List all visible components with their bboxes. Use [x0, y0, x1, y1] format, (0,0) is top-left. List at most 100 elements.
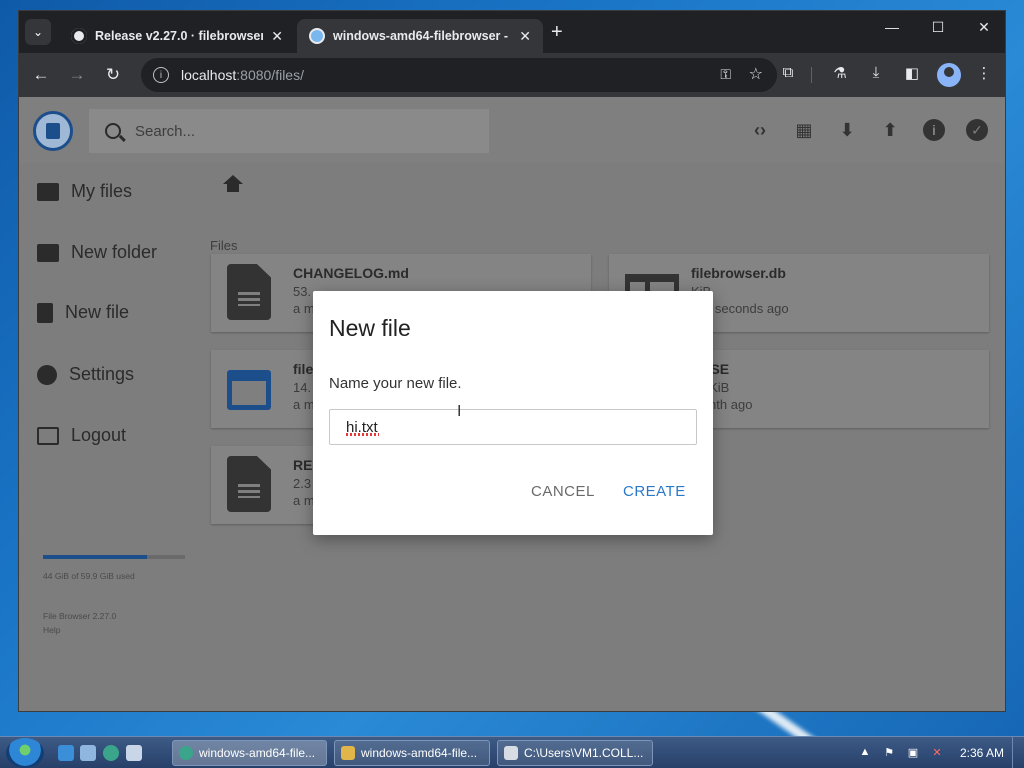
file-name-input[interactable] — [329, 409, 697, 445]
taskbar-item-explorer[interactable]: windows-amd64-file... — [334, 740, 490, 766]
i-beam-cursor-icon: I — [457, 404, 461, 421]
tab-release[interactable]: Release v2.27.0 · filebrowser/fi ✕ — [59, 19, 295, 53]
sidebar-item-my-files[interactable]: My files — [37, 181, 132, 202]
downloads-icon[interactable]: ⤓ — [865, 64, 887, 81]
create-folder-icon — [37, 243, 59, 262]
file-name: file — [293, 361, 314, 377]
maximize-button[interactable]: ☐ — [915, 11, 961, 43]
back-arrow-icon[interactable]: ← — [29, 63, 53, 87]
file-name: RE — [293, 457, 313, 473]
browser-window: ⌄ Release v2.27.0 · filebrowser/fi ✕ win… — [18, 10, 1006, 712]
reload-icon[interactable]: ↻ — [101, 63, 125, 87]
upload-icon[interactable]: ⬆ — [879, 119, 901, 141]
file-modified: a m — [293, 397, 315, 412]
password-key-icon[interactable]: ⚿ — [720, 66, 731, 83]
new-file-dialog: New file Name your new file. I CANCEL CR… — [313, 291, 713, 535]
cancel-button[interactable]: CANCEL — [531, 483, 595, 500]
sidebar-item-label: New folder — [71, 242, 158, 262]
tab-label: Release v2.27.0 · filebrowser/fi — [95, 29, 264, 43]
file-name: filebrowser.db — [691, 265, 786, 281]
remote-desktop-icon[interactable] — [126, 745, 142, 761]
filebrowser-page: Search... ‹› ▦ ⬇ ⬆ i ✓ My files New fold… — [19, 97, 1005, 711]
tab-filebrowser[interactable]: windows-amd64-filebrowser - ✕ — [297, 19, 543, 53]
start-button-icon[interactable] — [6, 738, 44, 768]
help-link[interactable]: Help — [43, 625, 60, 635]
info-icon[interactable]: i — [923, 119, 945, 141]
dialog-description: Name your new file. — [329, 375, 462, 392]
command-prompt-icon — [504, 746, 518, 760]
site-info-icon[interactable]: i — [153, 67, 169, 83]
taskbar-item-cmd[interactable]: C:\Users\VM1.COLL... — [497, 740, 653, 766]
app-version: File Browser 2.27.0 — [43, 611, 117, 621]
show-desktop-button[interactable] — [1012, 737, 1024, 768]
sidebar-item-new-folder[interactable]: New folder — [37, 242, 157, 263]
sidebar-item-new-file[interactable]: New file — [37, 302, 129, 323]
address-bar[interactable]: i localhost:8080/files/ ⚿ ☆ — [141, 58, 777, 92]
sidebar-item-logout[interactable]: Logout — [37, 425, 126, 446]
network-icon[interactable]: ▣ — [906, 746, 920, 760]
browser-toolbar: ← → ↻ i localhost:8080/files/ ⚿ ☆ ⧉ ⚗ ⤓ … — [19, 53, 1005, 97]
search-icon — [105, 123, 121, 139]
check-icon[interactable]: ✓ — [966, 119, 988, 141]
tab-close-icon[interactable]: ✕ — [519, 28, 531, 45]
sidebar-item-label: New file — [65, 302, 130, 322]
sidebar-item-label: My files — [71, 181, 133, 201]
file-name: CHANGELOG.md — [293, 265, 409, 281]
url-path: :8080/files/ — [236, 67, 304, 83]
app-header: Search... ‹› ▦ ⬇ ⬆ i ✓ — [19, 97, 1005, 163]
disk-usage-text: 44 GiB of 59.9 GiB used — [43, 571, 135, 581]
search-input[interactable]: Search... — [89, 109, 489, 153]
taskbar-item-label: windows-amd64-file... — [199, 746, 316, 760]
grid-view-icon[interactable]: ▦ — [793, 119, 815, 141]
tab-search-button[interactable]: ⌄ — [25, 19, 51, 45]
toolbar-separator — [811, 67, 812, 83]
url-host: localhost — [181, 67, 237, 83]
tab-strip: ⌄ Release v2.27.0 · filebrowser/fi ✕ win… — [19, 11, 1005, 53]
windows-taskbar: windows-amd64-file... windows-amd64-file… — [0, 736, 1024, 768]
taskbar-clock[interactable]: 2:36 AM — [960, 746, 1004, 760]
spellcheck-underline — [346, 433, 379, 436]
settings-icon — [37, 364, 57, 385]
computer-icon[interactable] — [80, 745, 96, 761]
action-center-flag-icon[interactable]: ⚑ — [882, 746, 896, 760]
volume-muted-icon[interactable]: ✕ — [930, 746, 944, 760]
bookmark-star-icon[interactable]: ☆ — [749, 64, 763, 84]
application-icon — [227, 370, 271, 410]
sidebar-item-label: Settings — [69, 364, 135, 384]
filebrowser-favicon-icon — [309, 28, 325, 44]
new-tab-button[interactable]: + — [551, 22, 563, 42]
file-listing: Files CHANGELOG.md 53. a m filebrowser.d… — [209, 163, 1005, 711]
close-window-button[interactable]: ✕ — [961, 11, 1007, 43]
taskbar-item-chrome[interactable]: windows-amd64-file... — [172, 740, 327, 766]
code-icon[interactable]: ‹› — [749, 119, 771, 141]
profile-avatar-icon[interactable] — [937, 63, 961, 87]
folder-icon — [37, 182, 59, 201]
browser-menu-icon[interactable]: ⋮ — [973, 64, 995, 82]
chrome-icon — [179, 746, 193, 760]
search-placeholder: Search... — [135, 122, 196, 140]
internet-explorer-icon[interactable] — [58, 745, 74, 761]
sidebar-item-settings[interactable]: Settings — [37, 364, 134, 385]
tab-label: windows-amd64-filebrowser - — [333, 29, 509, 43]
taskbar-item-label: C:\Users\VM1.COLL... — [524, 746, 644, 760]
extensions-icon[interactable]: ⧉ — [777, 64, 799, 81]
create-button[interactable]: CREATE — [623, 483, 686, 500]
github-icon — [71, 28, 87, 44]
sidebar-item-label: Logout — [71, 425, 127, 445]
minimize-button[interactable]: — — [869, 11, 915, 43]
filebrowser-logo-icon[interactable] — [33, 111, 73, 151]
logout-icon — [37, 426, 59, 445]
media-player-icon[interactable] — [103, 745, 119, 761]
disk-usage-bar — [43, 555, 185, 559]
document-icon — [227, 264, 271, 320]
download-icon[interactable]: ⬇ — [836, 119, 858, 141]
forward-arrow-icon[interactable]: → — [65, 63, 89, 87]
tab-close-icon[interactable]: ✕ — [271, 28, 283, 45]
section-label-files: Files — [210, 238, 238, 253]
labs-flask-icon[interactable]: ⚗ — [829, 64, 851, 82]
side-panel-icon[interactable]: ◧ — [901, 64, 923, 82]
folder-icon — [341, 746, 355, 760]
taskbar-item-label: windows-amd64-file... — [361, 746, 478, 760]
tray-expand-icon[interactable]: ▲ — [858, 746, 872, 760]
home-icon[interactable] — [223, 175, 243, 193]
